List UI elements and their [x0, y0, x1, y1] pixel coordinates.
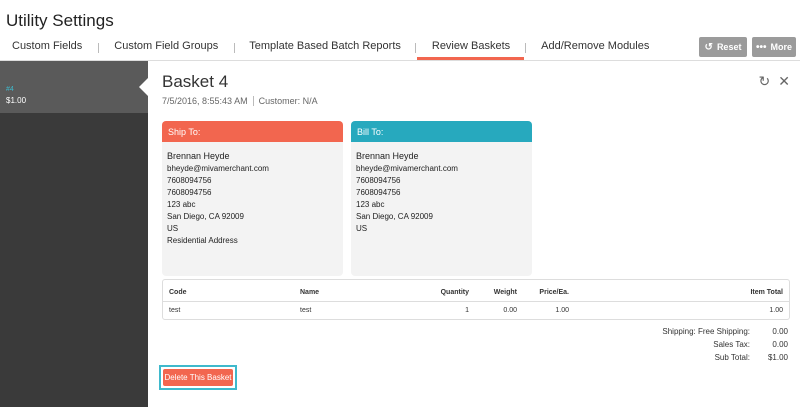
subtotal-value: $1.00 [767, 353, 788, 362]
ship-to-card: Ship To: Brennan Heyde bheyde@mivamercha… [162, 121, 343, 276]
ship-to-email: bheyde@mivamerchant.com [167, 164, 269, 173]
basket-totals: Shipping: Free Shipping: 0.00 Sales Tax:… [662, 325, 788, 364]
basket-title: Basket 4 [162, 72, 229, 91]
col-code: Code [169, 289, 187, 296]
ship-to-body: Brennan Heyde bheyde@mivamerchant.com 76… [162, 142, 343, 247]
basket-amount: $1.00 [6, 96, 27, 105]
col-name: Name [300, 289, 320, 296]
close-icon[interactable]: ✕ [778, 73, 790, 90]
col-weight: Weight [493, 289, 517, 296]
shipping-label: Shipping: Free Shipping: [662, 327, 750, 336]
basket-meta: 7/5/2016, 8:55:43 AM Customer: N/A [162, 96, 318, 106]
tab-bar: Custom Fields Custom Field Groups Templa… [0, 36, 649, 60]
page-title: Utility Settings [6, 11, 114, 30]
tab-divider [414, 43, 416, 53]
bill-to-address: 123 abc [356, 200, 385, 209]
basket-date: 7/5/2016, 8:55:43 AM [162, 96, 248, 106]
ship-to-header: Ship To: [162, 121, 343, 142]
tab-custom-field-groups[interactable]: Custom Field Groups [114, 36, 218, 60]
cell-name: test [300, 307, 312, 314]
ship-to-country: US [167, 224, 179, 233]
table-divider [163, 301, 789, 302]
reset-label: Reset [716, 42, 742, 52]
ship-to-phone: 7608094756 [167, 176, 212, 185]
basket-items-table: Code Name Quantity Weight Price/Ea. Item… [162, 279, 790, 320]
tax-value: 0.00 [772, 340, 788, 349]
shipping-value: 0.00 [772, 327, 788, 336]
basket-id: #4 [6, 86, 14, 93]
reset-icon: ↺ [704, 41, 713, 53]
basket-customer: Customer: N/A [258, 96, 318, 106]
tax-label: Sales Tax: [713, 340, 750, 349]
bill-to-body: Brennan Heyde bheyde@mivamerchant.com 76… [351, 142, 532, 235]
delete-basket-button[interactable]: Delete This Basket [163, 369, 233, 386]
cell-code: test [169, 307, 181, 314]
reset-button[interactable]: ↺ Reset [699, 37, 747, 57]
more-icon: ••• [755, 41, 767, 53]
bill-to-phone: 7608094756 [356, 176, 401, 185]
cell-item-total: 1.00 [769, 307, 783, 314]
delete-focus-ring: Delete This Basket [159, 365, 237, 390]
more-label: More [770, 42, 793, 52]
ship-to-residential: Residential Address [167, 236, 238, 245]
tab-template-batch-reports[interactable]: Template Based Batch Reports [249, 36, 401, 60]
ship-to-name: Brennan Heyde [167, 151, 230, 161]
more-button[interactable]: ••• More [752, 37, 796, 57]
bill-to-fax: 7608094756 [356, 188, 401, 197]
col-price: Price/Ea. [539, 289, 569, 296]
bill-to-card: Bill To: Brennan Heyde bheyde@mivamercha… [351, 121, 532, 276]
bill-to-header: Bill To: [351, 121, 532, 142]
shipping-row: Shipping: Free Shipping: 0.00 [662, 325, 788, 338]
subtotal-row: Sub Total: $1.00 [662, 351, 788, 364]
ship-to-address: 123 abc [167, 200, 196, 209]
cell-quantity: 1 [465, 307, 469, 314]
bill-to-email: bheyde@mivamerchant.com [356, 164, 458, 173]
sidebar: #4 $1.00 [0, 61, 149, 407]
bill-to-country: US [356, 224, 368, 233]
refresh-icon[interactable]: ↻ [759, 73, 771, 90]
bill-to-name: Brennan Heyde [356, 151, 419, 161]
ship-to-fax: 7608094756 [167, 188, 212, 197]
basket-toolbar: ↻ ✕ [759, 73, 790, 90]
tab-divider [98, 43, 100, 53]
tab-review-baskets[interactable]: Review Baskets [416, 36, 525, 60]
cell-price: 1.00 [555, 307, 569, 314]
col-item-total: Item Total [750, 289, 783, 296]
tab-divider [234, 43, 236, 53]
subtotal-label: Sub Total: [714, 353, 750, 362]
bill-to-city: San Diego, CA 92009 [356, 212, 433, 221]
ship-to-city: San Diego, CA 92009 [167, 212, 244, 221]
meta-divider [252, 96, 254, 106]
tab-divider [525, 43, 527, 53]
tax-row: Sales Tax: 0.00 [662, 338, 788, 351]
sidebar-basket-item[interactable]: #4 $1.00 [0, 61, 149, 113]
tab-custom-fields[interactable]: Custom Fields [12, 36, 82, 60]
col-quantity: Quantity [440, 289, 469, 296]
tab-add-remove-modules[interactable]: Add/Remove Modules [541, 36, 649, 60]
cell-weight: 0.00 [503, 307, 517, 314]
